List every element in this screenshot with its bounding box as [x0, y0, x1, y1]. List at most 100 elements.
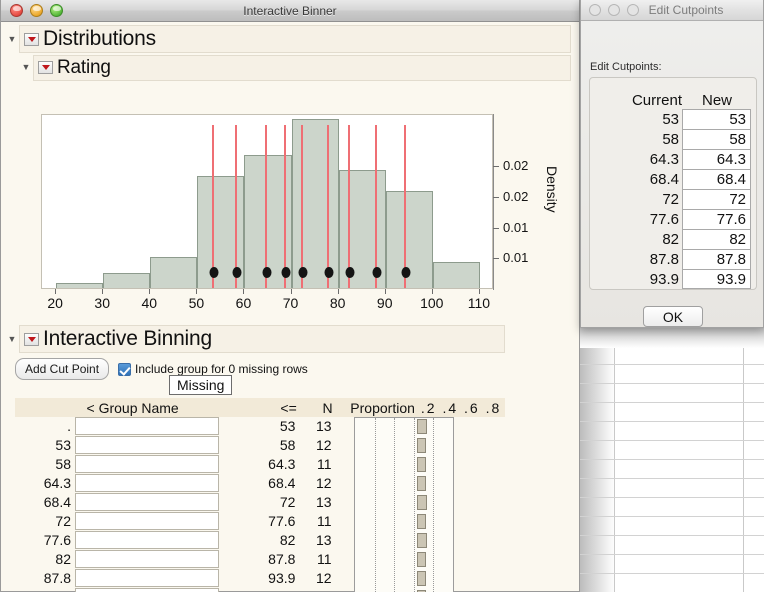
disclosure-triangle-icon[interactable]: ▼: [19, 63, 33, 72]
group-name-input[interactable]: [75, 588, 219, 592]
cell-lte: 53: [219, 417, 296, 436]
cutpoint-new-input[interactable]: [682, 109, 751, 129]
group-name-input[interactable]: [75, 512, 219, 530]
cut-point-line[interactable]: [301, 125, 303, 288]
x-axis-tick: [291, 289, 292, 294]
close-button[interactable]: [10, 4, 23, 17]
cutpoint-row[interactable]: 72: [590, 189, 756, 209]
add-cut-point-button[interactable]: Add Cut Point: [15, 358, 109, 380]
table-row[interactable]: 7277.6110.09167: [15, 512, 505, 531]
group-name-input[interactable]: [75, 417, 219, 435]
red-triangle-menu-icon[interactable]: [24, 333, 39, 346]
table-row[interactable]: 64.368.4120.1: [15, 474, 505, 493]
cut-point-line[interactable]: [284, 125, 286, 288]
section-rating[interactable]: ▼ Rating: [19, 54, 571, 81]
cutpoint-row[interactable]: 77.6: [590, 209, 756, 229]
cut-point-line[interactable]: [265, 125, 267, 288]
cut-point-line[interactable]: [348, 125, 350, 288]
cutpoint-new-input[interactable]: [682, 269, 751, 289]
group-name-input[interactable]: [75, 569, 219, 587]
table-row[interactable]: 5358120.1: [15, 436, 505, 455]
dialog-titlebar[interactable]: Edit Cutpoints: [581, 0, 763, 21]
cell-count: 12: [295, 569, 331, 588]
cutpoint-row[interactable]: 93.9: [590, 269, 756, 289]
red-triangle-menu-icon[interactable]: [38, 61, 53, 74]
table-row[interactable]: 93.9.120.1: [15, 588, 505, 592]
cutpoint-new-input[interactable]: [682, 249, 751, 269]
cutpoint-row[interactable]: 68.4: [590, 169, 756, 189]
cut-point-handle[interactable]: [209, 267, 218, 278]
cutpoint-new-input[interactable]: [682, 189, 751, 209]
cutpoints-panel: Current New 535864.368.47277.68287.893.9: [589, 77, 757, 290]
cutpoint-new-input[interactable]: [682, 229, 751, 249]
cutpoint-new-input[interactable]: [682, 209, 751, 229]
cell-proportion-bar: [415, 474, 505, 493]
x-axis-tick-label: 40: [141, 295, 157, 311]
cutpoint-row[interactable]: 53: [590, 109, 756, 129]
table-row[interactable]: 8287.8110.09167: [15, 550, 505, 569]
section-distributions[interactable]: ▼ Distributions: [5, 25, 571, 53]
group-name-input[interactable]: [75, 474, 219, 492]
group-name-input[interactable]: [75, 531, 219, 549]
cutpoint-row[interactable]: 82: [590, 229, 756, 249]
missing-group-name-field[interactable]: Missing: [169, 375, 232, 395]
cutpoint-new-input[interactable]: [682, 149, 751, 169]
include-missing-checkbox[interactable]: [118, 363, 131, 376]
group-name-input[interactable]: [75, 455, 219, 473]
cutpoint-row[interactable]: 87.8: [590, 249, 756, 269]
table-row[interactable]: 5864.3110.09167: [15, 455, 505, 474]
cut-point-handle[interactable]: [402, 267, 411, 278]
disclosure-triangle-icon[interactable]: ▼: [5, 335, 19, 344]
cut-point-handle[interactable]: [325, 267, 334, 278]
zoom-button[interactable]: [50, 4, 63, 17]
ok-button[interactable]: OK: [643, 306, 703, 327]
binning-header-box: Interactive Binning: [19, 325, 505, 353]
cutpoint-new-input[interactable]: [682, 129, 751, 149]
main-window-titlebar[interactable]: Interactive Binner: [1, 0, 579, 22]
include-missing-group-checkbox-row[interactable]: Include group for 0 missing rows: [118, 362, 308, 376]
cell-count: 12: [295, 588, 331, 592]
cell-cutpoint-low: 68.4: [15, 493, 75, 512]
disclosure-triangle-icon[interactable]: ▼: [5, 35, 19, 44]
cell-count: 12: [295, 436, 331, 455]
cell-count: 13: [295, 531, 331, 550]
dialog-title: Edit Cutpoints: [615, 3, 757, 17]
cut-point-line[interactable]: [375, 125, 377, 288]
table-row[interactable]: 77.682130.10833: [15, 531, 505, 550]
cut-point-line[interactable]: [327, 125, 329, 288]
cut-point-handle[interactable]: [346, 267, 355, 278]
cell-proportion-bar: [415, 531, 505, 550]
group-name-input[interactable]: [75, 493, 219, 511]
cut-point-line[interactable]: [235, 125, 237, 288]
table-row[interactable]: 87.893.9120.1: [15, 569, 505, 588]
cut-point-handle[interactable]: [233, 267, 242, 278]
cut-point-line[interactable]: [212, 125, 214, 288]
cutpoint-new-cell: [682, 109, 751, 129]
histogram-plot-area[interactable]: [41, 114, 493, 289]
y-axis-tick-label: 0.02: [503, 189, 528, 204]
group-name-input[interactable]: [75, 436, 219, 454]
group-name-input[interactable]: [75, 550, 219, 568]
cut-point-line[interactable]: [404, 125, 406, 288]
spreadsheet-row-line: [578, 554, 764, 555]
x-axis-tick: [102, 289, 103, 294]
cut-point-handle[interactable]: [262, 267, 271, 278]
dialog-close-button[interactable]: [589, 4, 601, 16]
cut-point-handle[interactable]: [282, 267, 291, 278]
cutpoint-row[interactable]: 58: [590, 129, 756, 149]
cut-point-handle[interactable]: [373, 267, 382, 278]
cutpoint-new-input[interactable]: [682, 169, 751, 189]
cutpoint-row[interactable]: 64.3: [590, 149, 756, 169]
section-interactive-binning[interactable]: ▼ Interactive Binning: [5, 325, 505, 353]
cell-count: 12: [295, 474, 331, 493]
y-axis-tick: [493, 228, 499, 229]
minimize-button[interactable]: [30, 4, 43, 17]
cell-cutpoint-low: 87.8: [15, 569, 75, 588]
table-row[interactable]: .53130.10833: [15, 417, 505, 436]
cell-lte: 68.4: [219, 474, 296, 493]
table-row[interactable]: 68.472130.10833: [15, 493, 505, 512]
cut-point-handle[interactable]: [298, 267, 307, 278]
cell-group-name: [75, 474, 219, 493]
cutpoint-current-value: 72: [590, 191, 682, 208]
red-triangle-menu-icon[interactable]: [24, 33, 39, 46]
